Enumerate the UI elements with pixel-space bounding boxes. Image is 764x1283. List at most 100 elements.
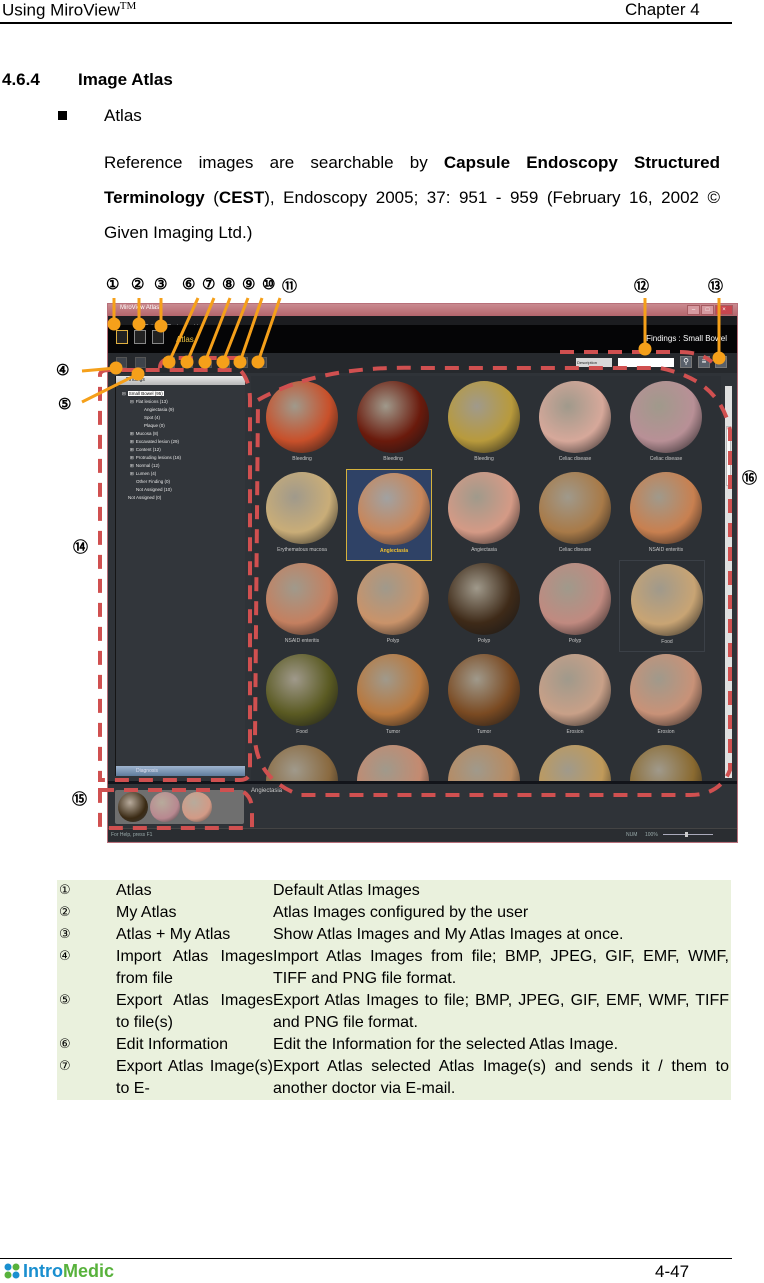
email-icon[interactable] xyxy=(182,357,193,368)
search-input[interactable] xyxy=(618,358,674,367)
close-button[interactable]: × xyxy=(715,305,733,315)
atlas-thumbnail[interactable]: Angiectasia xyxy=(346,469,432,561)
callout-12: ⑫ xyxy=(634,278,650,295)
atlas-thumbnail[interactable]: Bleeding xyxy=(255,378,339,468)
atlas-thumbnail[interactable]: Erythematous mucosa xyxy=(255,469,339,559)
export-file-icon[interactable] xyxy=(135,357,146,368)
thumbnail-caption: Celiac disease xyxy=(558,547,592,553)
search-field-select[interactable]: Description xyxy=(576,358,612,367)
callout-15: ⑮ xyxy=(72,791,88,808)
footer-rule xyxy=(0,1258,732,1259)
atlas-thumbnail[interactable]: Erosion xyxy=(528,651,612,741)
intromedic-logo: IntroMedic xyxy=(3,1261,114,1282)
tree-node[interactable]: Not Assigned (0) xyxy=(122,494,181,502)
atlas-plus-my-atlas-button[interactable] xyxy=(152,330,164,344)
tree-node[interactable]: Other Finding (0) xyxy=(122,478,181,486)
running-header-chapter: Chapter 4 xyxy=(625,0,700,19)
toolbar-button-8[interactable] xyxy=(201,357,212,368)
atlas-thumbnail[interactable] xyxy=(528,742,612,781)
my-atlas-mode-button[interactable] xyxy=(134,330,146,344)
zoom-slider-thumb[interactable] xyxy=(685,832,688,837)
callout-1: ① xyxy=(106,276,120,293)
tree-node[interactable]: Spot (4) xyxy=(122,414,181,422)
tree-node[interactable]: ⊞ Protruding lesions (16) xyxy=(122,454,181,462)
tree-node[interactable]: ⊞ Mucosa (8) xyxy=(122,430,181,438)
feature-name: Export Atlas Images to file(s) xyxy=(116,992,273,1031)
tree-node[interactable]: ⊟ Small Bowel (95) xyxy=(122,390,181,398)
atlas-thumbnail[interactable]: Celiac disease xyxy=(528,378,612,468)
table-row: ⑥ Edit Information Edit the Information fo… xyxy=(57,1034,731,1056)
tree-node[interactable]: ⊟ Flat lesions (13) xyxy=(122,398,181,406)
tree-node[interactable]: ⊞ Lumen (4) xyxy=(122,470,181,478)
atlas-thumbnail[interactable] xyxy=(255,742,339,781)
thumbnail-caption: Polyp xyxy=(477,638,491,644)
expand-icon[interactable]: ⊞ xyxy=(130,463,134,468)
feature-name: Atlas xyxy=(116,882,152,899)
atlas-thumbnail[interactable]: Angiectasia xyxy=(437,469,521,559)
expand-icon[interactable]: ⊞ xyxy=(130,439,134,444)
findings-tree-header[interactable]: Findings xyxy=(116,376,245,385)
atlas-thumbnail[interactable]: Erosion xyxy=(619,651,703,741)
endoscopy-image xyxy=(630,745,702,781)
tree-node-label: Normal (12) xyxy=(135,463,160,468)
endoscopy-image xyxy=(266,381,338,453)
diagnosis-tab[interactable]: Diagnosis xyxy=(116,766,245,776)
atlas-thumbnail[interactable] xyxy=(437,742,521,781)
minimize-button[interactable]: – xyxy=(687,305,700,315)
atlas-thumbnail[interactable]: NSAID enteritis xyxy=(619,469,703,559)
atlas-thumbnail[interactable]: Celiac disease xyxy=(528,469,612,559)
atlas-thumbnail[interactable]: NSAID enteritis xyxy=(255,560,339,650)
scrollbar-thumb[interactable] xyxy=(726,426,731,486)
atlas-thumbnail[interactable]: Celiac disease xyxy=(619,378,703,468)
strip-thumbnail[interactable] xyxy=(182,792,212,822)
settings-icon[interactable]: ○ xyxy=(715,356,727,368)
collapse-icon[interactable]: ⊟ xyxy=(130,399,134,404)
toolbar-button-9[interactable] xyxy=(219,357,230,368)
atlas-thumbnail[interactable]: Polyp xyxy=(528,560,612,650)
mode-title: Atlas xyxy=(176,335,194,344)
tree-node[interactable]: ⊞ Content (12) xyxy=(122,446,181,454)
tree-node[interactable]: Angiectasia (9) xyxy=(122,406,181,414)
atlas-thumbnail[interactable]: Polyp xyxy=(437,560,521,650)
tree-node[interactable]: ⊞ Excavated lesion (29) xyxy=(122,438,181,446)
filter-list-icon[interactable]: ≡ xyxy=(698,356,710,368)
grid-scrollbar[interactable] xyxy=(725,386,732,778)
expand-icon[interactable]: ⊞ xyxy=(130,431,134,436)
import-icon[interactable] xyxy=(116,357,127,368)
atlas-thumbnail[interactable] xyxy=(619,742,703,781)
strip-thumbnail[interactable] xyxy=(118,792,148,822)
tree-node[interactable]: Not Assigned (10) xyxy=(122,486,181,494)
tree-node[interactable]: Plaque (0) xyxy=(122,422,181,430)
findings-tree-panel: Findings ⊟ Small Bowel (95) ⊟ Flat lesions … xyxy=(115,376,245,776)
atlas-thumbnail[interactable]: Food xyxy=(619,560,705,652)
table-row: ⑤ Export Atlas Images to file(s) Export At… xyxy=(57,990,731,1034)
atlas-thumbnail[interactable]: Tumor xyxy=(346,651,430,741)
atlas-thumbnail[interactable]: Polyp xyxy=(346,560,430,650)
tree-node[interactable]: ⊞ Normal (12) xyxy=(122,462,181,470)
search-icon[interactable]: ⚲ xyxy=(680,356,692,368)
toolbar-button-10[interactable] xyxy=(237,357,248,368)
endoscopy-image xyxy=(448,745,520,781)
toolbar-button-11[interactable] xyxy=(256,357,267,368)
expand-icon[interactable]: ⊞ xyxy=(130,471,134,476)
endoscopy-image xyxy=(448,563,520,635)
thumbnail-caption: Erosion xyxy=(657,729,675,735)
feature-description: Import Atlas Images from file; BMP, JPEG… xyxy=(273,948,729,987)
atlas-mode-button[interactable] xyxy=(116,330,128,344)
thumbnail-caption: Bleeding xyxy=(292,456,312,462)
atlas-thumbnail[interactable]: Bleeding xyxy=(437,378,521,468)
edit-info-icon[interactable] xyxy=(164,357,175,368)
mode-band: Atlas Findings : Small Bowel xyxy=(108,325,737,353)
zoom-slider[interactable] xyxy=(663,832,713,837)
tree-node-label: Not Assigned (10) xyxy=(136,487,172,492)
atlas-thumbnail[interactable]: Tumor xyxy=(437,651,521,741)
atlas-thumbnail[interactable]: Food xyxy=(255,651,339,741)
expand-icon[interactable]: ⊞ xyxy=(130,447,134,452)
atlas-thumbnail[interactable]: Bleeding xyxy=(346,378,430,468)
callout-6: ⑥ xyxy=(182,276,196,293)
collapse-icon[interactable]: ⊟ xyxy=(122,391,126,396)
maximize-button[interactable]: □ xyxy=(701,305,714,315)
expand-icon[interactable]: ⊞ xyxy=(130,455,134,460)
strip-thumbnail[interactable] xyxy=(150,792,180,822)
atlas-thumbnail[interactable] xyxy=(346,742,430,781)
